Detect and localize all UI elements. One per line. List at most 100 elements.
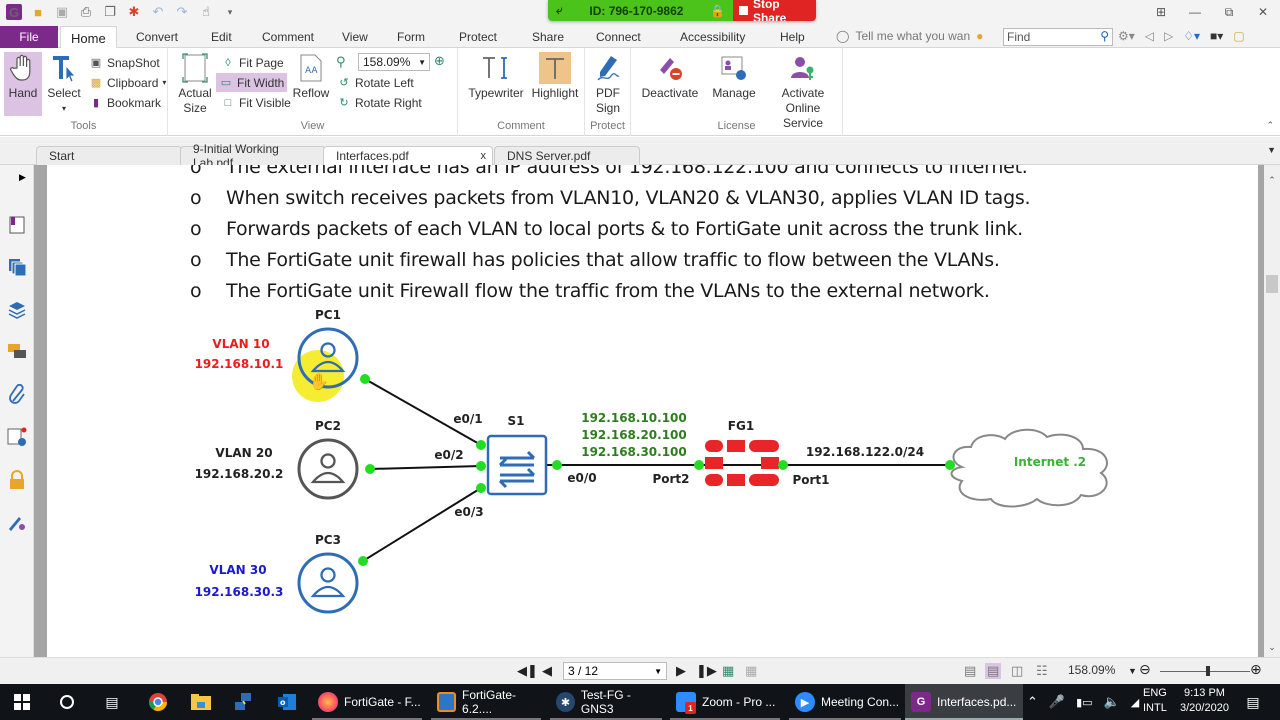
fortigate-fg1-node[interactable] bbox=[705, 440, 779, 486]
battery-icon[interactable]: ▮▭ bbox=[1076, 696, 1092, 709]
document-view[interactable]: o The external interface has an IP addres… bbox=[47, 165, 1258, 657]
attachments-icon[interactable] bbox=[7, 384, 27, 404]
zoom-slider-thumb[interactable] bbox=[1206, 666, 1210, 676]
bookmarks-icon[interactable] bbox=[7, 215, 27, 235]
next-page-icon[interactable]: ▶ bbox=[676, 663, 686, 679]
highlight-button[interactable]: Highlight bbox=[530, 52, 580, 101]
wifi-icon[interactable]: ◢ bbox=[1131, 696, 1139, 709]
restore-icon[interactable]: ⧉ bbox=[1212, 0, 1246, 24]
tab-interfaces[interactable]: Interfaces.pdf x bbox=[323, 146, 493, 165]
taskbar-app-zoom[interactable]: 1 Zoom - Pro ... bbox=[670, 684, 780, 720]
clipboard-button[interactable]: ▩ Clipboard ▾ bbox=[86, 73, 169, 92]
print-icon[interactable]: ⎙ bbox=[78, 4, 94, 20]
rotate-right-button[interactable]: ↻ Rotate Right bbox=[334, 93, 425, 112]
tab-home[interactable]: Home bbox=[60, 26, 117, 49]
tab-share[interactable]: Share bbox=[532, 26, 564, 48]
bell-icon[interactable]: ♢▾ bbox=[1183, 29, 1200, 43]
panel-splitter[interactable] bbox=[34, 165, 47, 657]
tab-edit[interactable]: Edit bbox=[211, 26, 232, 48]
vertical-scrollbar[interactable]: ⌃ ⌄ bbox=[1264, 165, 1280, 657]
search-icon[interactable]: ⚲ bbox=[1100, 29, 1109, 43]
close-tab-icon[interactable]: x bbox=[481, 150, 487, 162]
fit-page-button[interactable]: ◊ Fit Page bbox=[218, 53, 287, 72]
file-explorer-icon[interactable] bbox=[191, 692, 211, 712]
typewriter-button[interactable]: Typewriter bbox=[466, 52, 526, 101]
snapshot-button[interactable]: ▣ SnapShot bbox=[86, 53, 163, 72]
page-number-input[interactable]: 3 / 12 ▼ bbox=[563, 662, 667, 680]
signature-icon[interactable] bbox=[7, 427, 27, 447]
tab-convert[interactable]: Convert bbox=[136, 26, 178, 48]
file-menu[interactable]: File bbox=[0, 26, 58, 48]
previous-page-icon[interactable]: ◀ bbox=[542, 663, 552, 679]
chrome-icon[interactable] bbox=[148, 692, 168, 712]
taskbar-app-gns3[interactable]: ✱ Test-FG - GNS3 bbox=[550, 684, 662, 720]
hand-button[interactable]: Hand bbox=[4, 52, 42, 116]
rotate-left-button[interactable]: ↺ Rotate Left bbox=[334, 73, 417, 92]
zoom-in-icon[interactable]: ⊕ bbox=[434, 53, 445, 69]
ribbon-display-icon[interactable]: ⊞ bbox=[1144, 0, 1178, 24]
stop-share-button[interactable]: Stop Share bbox=[733, 0, 816, 21]
outlook-icon[interactable]: o bbox=[277, 692, 297, 712]
tab-view[interactable]: View bbox=[342, 26, 368, 48]
tab-start[interactable]: Start bbox=[36, 146, 182, 165]
tab-connect[interactable]: Connect bbox=[596, 26, 641, 48]
tab-help[interactable]: Help bbox=[780, 26, 805, 48]
taskbar-app-vmware[interactable]: FortiGate-6.2.... bbox=[431, 684, 541, 720]
pdf-sign-button[interactable]: PDF Sign bbox=[591, 52, 625, 116]
collapse-ribbon-icon[interactable]: ⌃ bbox=[1266, 120, 1274, 131]
previous-view-icon[interactable]: ▦ bbox=[722, 663, 734, 679]
zoom-slider-track[interactable] bbox=[1160, 671, 1250, 672]
redo-icon[interactable]: ↷ bbox=[174, 4, 190, 20]
continuous-page-icon[interactable]: ▤ bbox=[985, 663, 1002, 679]
reflow-button[interactable]: AA Reflow bbox=[292, 52, 330, 101]
zoom-out-icon[interactable]: ⚲ bbox=[336, 54, 346, 70]
touch-mode-icon[interactable]: ☝ bbox=[198, 4, 214, 20]
facing-page-icon[interactable]: ◫ bbox=[1011, 663, 1023, 679]
pc2-node[interactable] bbox=[297, 438, 359, 500]
scroll-down-icon[interactable]: ⌄ bbox=[1264, 642, 1280, 653]
tell-me-search[interactable]: ◯ Tell me what you wan ● bbox=[836, 29, 983, 43]
gear-icon[interactable]: ⚙▾ bbox=[1118, 29, 1135, 43]
tab-dns-server[interactable]: DNS Server.pdf bbox=[494, 146, 640, 165]
properties-icon[interactable]: ❐ bbox=[102, 4, 118, 20]
taskbar-app-meeting-controls[interactable]: ▶ Meeting Con... bbox=[789, 684, 901, 720]
minimize-icon[interactable]: — bbox=[1178, 0, 1212, 24]
taskbar-app-foxit[interactable]: G Interfaces.pd... bbox=[905, 684, 1023, 720]
taskbar-app-firefox[interactable]: FortiGate - F... bbox=[312, 684, 422, 720]
pages-icon[interactable] bbox=[7, 257, 27, 277]
network-app-icon[interactable] bbox=[233, 692, 253, 712]
tab-protect[interactable]: Protect bbox=[459, 26, 497, 48]
search-button[interactable] bbox=[57, 692, 77, 712]
task-view-button[interactable]: ▤ bbox=[102, 692, 122, 712]
customize-icon[interactable]: ▾ bbox=[222, 4, 238, 20]
status-zoom-in-icon[interactable]: ⊕ bbox=[1250, 661, 1262, 678]
comments-icon[interactable] bbox=[7, 342, 27, 362]
zoom-meeting-id[interactable]: ⤶ ID: 796-170-9862 🔒 bbox=[548, 0, 733, 21]
input-language[interactable]: ENG INTL bbox=[1143, 686, 1167, 716]
continuous-facing-icon[interactable]: ☷ bbox=[1036, 663, 1048, 679]
scroll-thumb[interactable] bbox=[1266, 275, 1278, 293]
fit-visible-button[interactable]: □ Fit Visible bbox=[218, 93, 294, 112]
volume-icon[interactable]: 🔈 bbox=[1104, 694, 1120, 710]
tab-initial-working-lab[interactable]: 9-Initial Working Lab.pdf bbox=[180, 142, 326, 170]
tabs-list-dropdown-icon[interactable]: ▼ bbox=[1267, 145, 1276, 155]
switch-s1-node[interactable] bbox=[486, 434, 548, 496]
actual-size-button[interactable]: Actual Size bbox=[176, 52, 214, 116]
action-center-icon[interactable]: ▤ bbox=[1243, 692, 1263, 712]
security-icon[interactable] bbox=[7, 470, 27, 490]
close-icon[interactable]: ✕ bbox=[1246, 0, 1280, 24]
tray-overflow-icon[interactable]: ⌃ bbox=[1027, 694, 1038, 710]
scroll-up-icon[interactable]: ⌃ bbox=[1264, 175, 1280, 186]
status-zoom-out-icon[interactable]: ⊖ bbox=[1139, 661, 1151, 678]
start-button[interactable] bbox=[12, 692, 32, 712]
back-icon[interactable]: ◁ bbox=[1145, 29, 1154, 43]
manage-button[interactable]: Manage bbox=[711, 52, 757, 101]
account-icon[interactable]: ■▾ bbox=[1210, 29, 1223, 43]
tab-comment[interactable]: Comment bbox=[262, 26, 314, 48]
forward-icon[interactable]: ▷ bbox=[1164, 29, 1173, 43]
app-logo[interactable]: G bbox=[6, 4, 22, 20]
folder-search-icon[interactable]: ▢ bbox=[1233, 29, 1244, 43]
layers-icon[interactable] bbox=[7, 300, 27, 320]
last-page-icon[interactable]: ❚▶ bbox=[696, 663, 717, 679]
tab-accessibility[interactable]: Accessibility bbox=[680, 26, 745, 48]
